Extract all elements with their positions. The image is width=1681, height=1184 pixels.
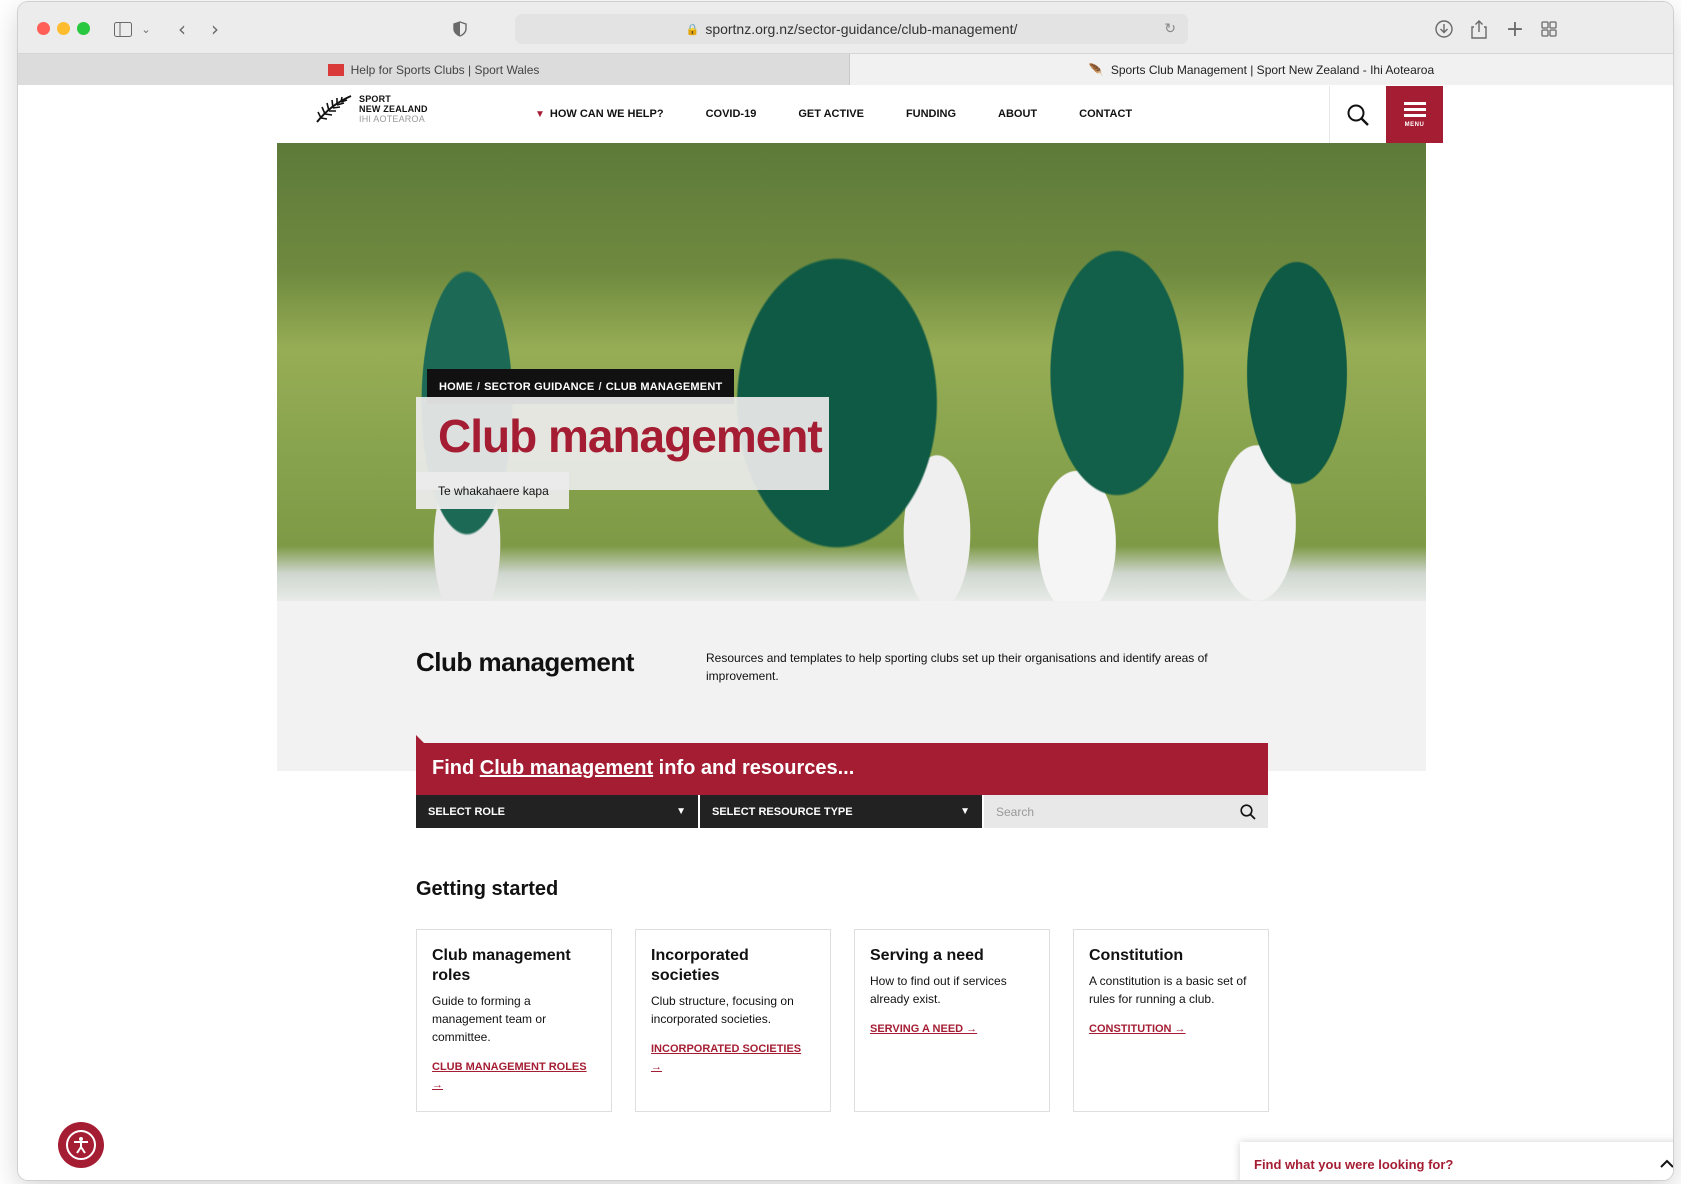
chevron-up-icon[interactable] — [1660, 1155, 1673, 1173]
nav-covid-19[interactable]: COVID-19 — [706, 108, 757, 120]
share-icon[interactable] — [1466, 16, 1492, 42]
page-title: Club management — [438, 410, 823, 462]
card-title: Club management roles — [432, 947, 571, 984]
getting-started-cards: Club management roles Guide to forming a… — [416, 929, 1269, 1112]
close-window-button[interactable] — [37, 22, 50, 35]
accessibility-icon — [66, 1130, 96, 1160]
nav-contact[interactable]: CONTACT — [1079, 108, 1132, 120]
resource-finder-banner: Find Club management info and resources.… — [416, 735, 1268, 795]
card-title: Incorporated societies — [651, 947, 749, 984]
nav-how-can-we-help[interactable]: ▼ HOW CAN WE HELP? — [535, 108, 664, 120]
feedback-bar[interactable]: Find what you were looking for? — [1240, 1142, 1673, 1180]
main-nav: ▼ HOW CAN WE HELP? COVID-19 GET ACTIVE FU… — [535, 108, 1174, 120]
hamburger-icon-bar — [1403, 107, 1426, 111]
address-bar[interactable]: 🔒 sportnz.org.nz/sector-guidance/club-ma… — [515, 14, 1188, 44]
lock-icon: 🔒 — [685, 23, 700, 36]
site-header: SPORT NEW ZEALAND IHI AOTEAROA ▼ HOW CAN … — [277, 86, 1443, 143]
tab-bar: Help for Sports Clubs | Sport Wales 🪶 Sp… — [18, 54, 1673, 85]
new-tab-icon[interactable]: + — [1502, 16, 1528, 42]
triangle-down-icon: ▼ — [535, 108, 545, 120]
caret-down-icon: ▼ — [676, 806, 686, 817]
card-serving-a-need: Serving a need How to find out if servic… — [854, 929, 1050, 1112]
breadcrumb-home[interactable]: HOME — [439, 381, 473, 393]
card-club-management-roles: Club management roles Guide to forming a… — [416, 929, 612, 1112]
card-link[interactable]: SERVING A NEED → — [870, 1020, 1034, 1038]
logo-line-3: IHI AOTEAROA — [359, 114, 425, 124]
tab-title: Sports Club Management | Sport New Zeala… — [1110, 62, 1435, 77]
privacy-shield-icon[interactable] — [449, 16, 471, 42]
breadcrumb-sector-guidance[interactable]: SECTOR GUIDANCE — [484, 381, 594, 393]
intro-text: Resources and templates to help sporting… — [706, 651, 1208, 683]
card-incorporated-societies: Incorporated societies Club structure, f… — [635, 929, 831, 1112]
menu-label: MENU — [1404, 121, 1425, 128]
tab-overview-icon[interactable] — [1536, 16, 1562, 42]
nav-about[interactable]: ABOUT — [998, 108, 1037, 120]
tab-title: Help for Sports Clubs | Sport Wales — [350, 62, 540, 77]
card-title: Constitution — [1089, 947, 1184, 964]
finder-topic-link[interactable]: Club management — [480, 757, 653, 779]
logo-line-1: SPORT — [359, 94, 392, 104]
card-link[interactable]: CONSTITUTION → — [1089, 1020, 1253, 1038]
browser-toolbar: ⌄ ‹ › 🔒 sportnz.org.nz/sector-guidance/c… — [18, 2, 1673, 54]
card-text: Club structure, focusing on incorporated… — [651, 994, 794, 1026]
hero-subtitle: Te whakahaere kapa — [416, 472, 569, 509]
finder-heading: Find Club management info and resources.… — [432, 757, 855, 779]
intro-heading: Club management — [416, 647, 634, 677]
fern-logo-icon — [316, 95, 352, 123]
fern-favicon-icon: 🪶 — [1088, 62, 1104, 77]
feedback-label: Find what you were looking for? — [1254, 1156, 1454, 1172]
sport-nz-logo[interactable]: SPORT NEW ZEALAND IHI AOTEAROA — [315, 94, 428, 124]
search-icon — [1347, 104, 1369, 126]
zoom-window-button[interactable] — [77, 22, 90, 35]
banner-notch — [416, 735, 424, 743]
select-resource-type-dropdown[interactable]: SELECT RESOURCE TYPE ▼ — [700, 795, 982, 828]
hamburger-icon-bar — [1403, 113, 1426, 117]
search-icon[interactable] — [1240, 803, 1256, 820]
tab-sport-wales[interactable]: Help for Sports Clubs | Sport Wales — [18, 54, 850, 85]
card-link[interactable]: INCORPORATED SOCIETIES → — [651, 1040, 815, 1076]
web-page: SPORT NEW ZEALAND IHI AOTEAROA ▼ HOW CAN … — [18, 86, 1673, 1180]
finder-filters: SELECT ROLE ▼ SELECT RESOURCE TYPE ▼ Sea… — [416, 795, 1268, 828]
breadcrumb-separator: / — [598, 380, 602, 393]
card-link[interactable]: CLUB MANAGEMENT ROLES → — [432, 1058, 596, 1094]
breadcrumb-current: CLUB MANAGEMENT — [605, 380, 723, 393]
getting-started-heading: Getting started — [416, 878, 559, 900]
hamburger-icon — [1403, 101, 1426, 105]
card-text: A constitution is a basic set of rules f… — [1089, 974, 1247, 1006]
card-constitution: Constitution A constitution is a basic s… — [1073, 929, 1269, 1112]
chevron-down-icon[interactable]: ⌄ — [138, 16, 154, 42]
caret-down-icon: ▼ — [960, 806, 970, 817]
browser-window: ⌄ ‹ › 🔒 sportnz.org.nz/sector-guidance/c… — [18, 2, 1673, 1180]
logo-line-2: NEW ZEALAND — [359, 104, 428, 114]
sport-wales-favicon-icon — [327, 63, 344, 76]
tab-sport-nz[interactable]: 🪶 Sports Club Management | Sport New Zea… — [850, 54, 1673, 85]
card-text: How to find out if services already exis… — [870, 974, 1007, 1006]
finder-search-input[interactable]: Search — [984, 795, 1268, 828]
minimize-window-button[interactable] — [57, 22, 70, 35]
header-search-button[interactable] — [1329, 86, 1386, 143]
url-text: sportnz.org.nz/sector-guidance/club-mana… — [705, 21, 1018, 37]
header-menu-button[interactable]: MENU — [1386, 86, 1443, 143]
forward-arrow-icon[interactable]: › — [201, 16, 229, 42]
accessibility-button[interactable] — [58, 1122, 104, 1168]
card-text: Guide to forming a management team or co… — [432, 994, 547, 1044]
back-arrow-icon[interactable]: ‹ — [168, 16, 196, 42]
nav-get-active[interactable]: GET ACTIVE — [798, 108, 864, 120]
sidebar-toggle-icon[interactable] — [110, 16, 136, 42]
download-icon[interactable] — [1431, 16, 1457, 42]
nav-funding[interactable]: FUNDING — [906, 108, 956, 120]
breadcrumb-separator: / — [476, 380, 481, 393]
reload-icon[interactable]: ↻ — [1164, 20, 1176, 37]
card-title: Serving a need — [870, 947, 984, 964]
select-role-dropdown[interactable]: SELECT ROLE ▼ — [416, 795, 698, 828]
